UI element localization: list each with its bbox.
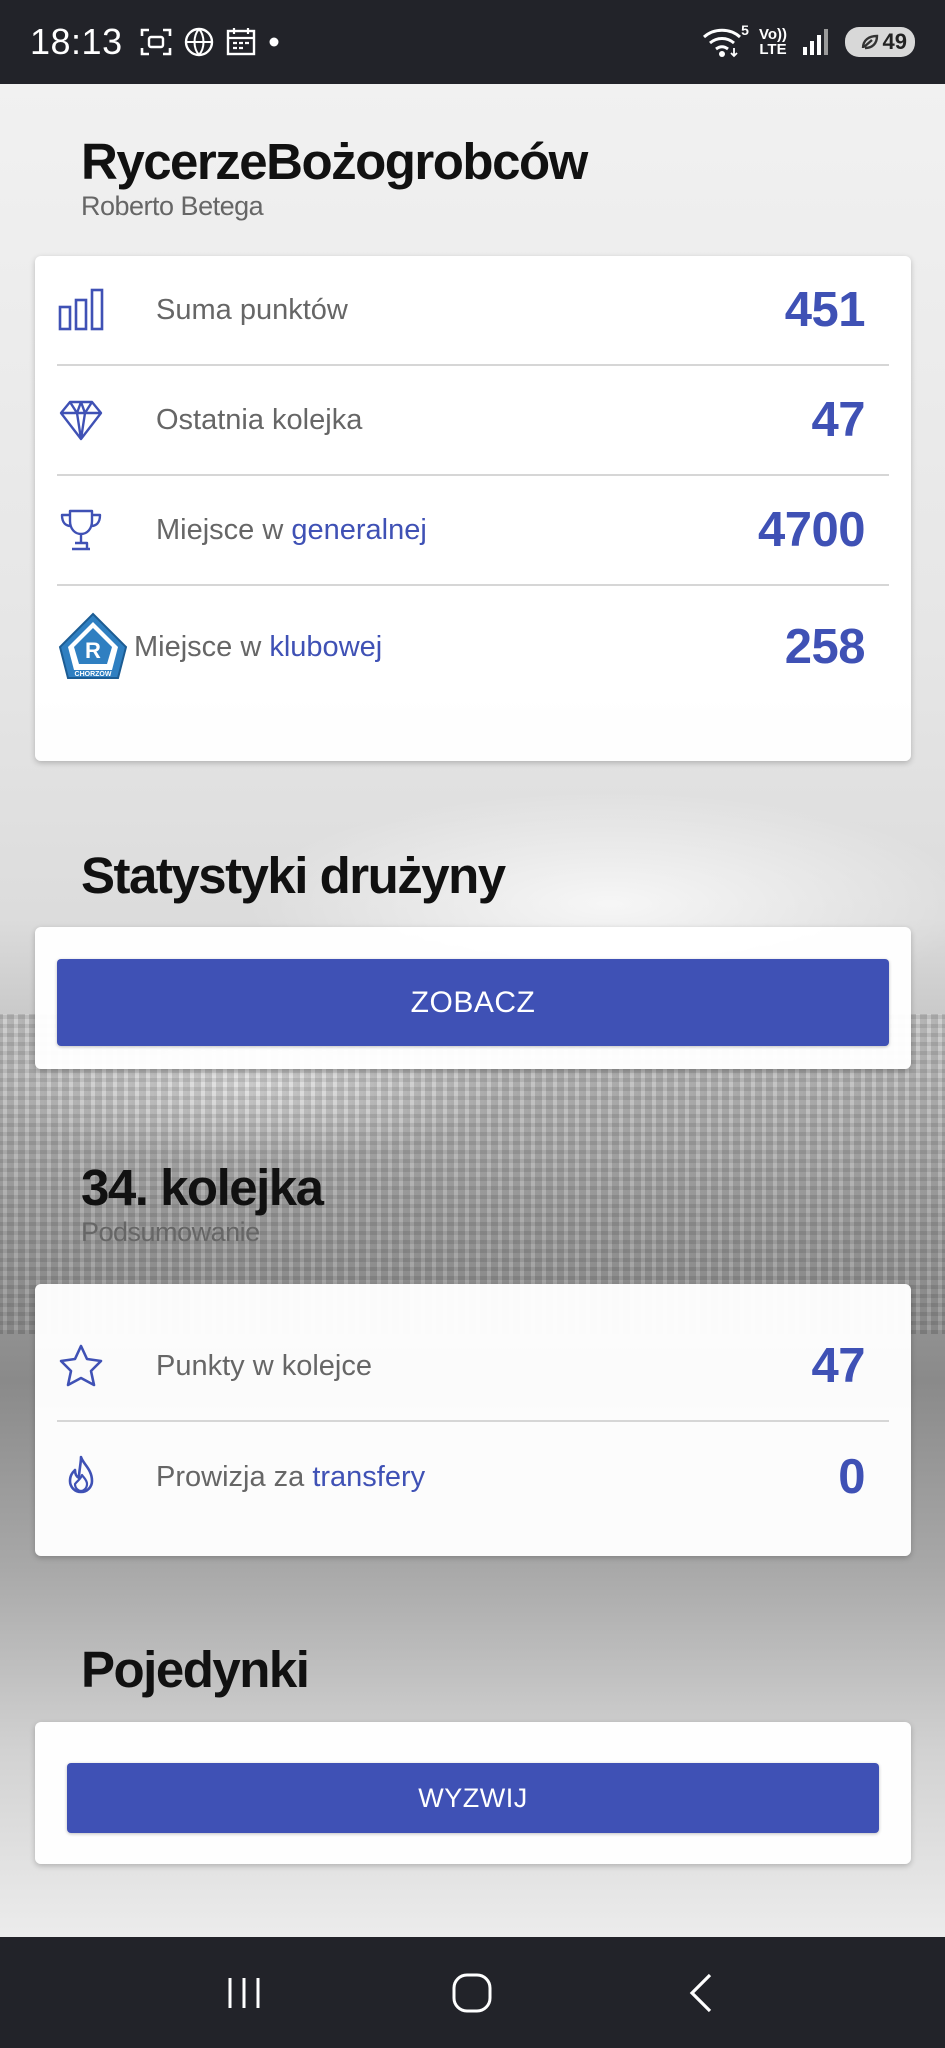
volte-indicator: Vo)) LTE [759, 27, 787, 57]
summary-label: Suma punktów [156, 294, 348, 327]
summary-value: 47 [811, 393, 865, 447]
round-subtitle: Podsumowanie [81, 1217, 260, 1247]
system-navigation-bar [0, 1937, 945, 2048]
label-text: Suma punktów [156, 293, 348, 326]
diamond-icon [58, 397, 104, 443]
label-text: Miejsce w [134, 630, 270, 663]
calendar-icon [225, 27, 257, 57]
duels-header: Pojedynki [81, 1640, 310, 1700]
team-stats-card: ZOBACZ [35, 927, 911, 1069]
back-icon[interactable] [661, 1953, 741, 2033]
recent-apps-icon[interactable] [204, 1953, 284, 2033]
battery-level: 49 [882, 29, 907, 54]
app-content[interactable]: RycerzeBożogrobców Roberto Betega Suma p… [0, 84, 945, 1937]
summary-value: 4700 [757, 503, 866, 557]
star-icon [58, 1343, 104, 1389]
team-stats-header: Statystyki drużyny [81, 846, 506, 906]
notification-icons [139, 26, 281, 58]
wifi-badge: 5 [741, 22, 749, 38]
summary-value: 451 [784, 283, 866, 337]
label-accent: klubowej [269, 630, 383, 663]
label-accent: generalnej [291, 513, 427, 546]
status-bar: 18:13 5 Vo)) LTE 49 [0, 0, 945, 84]
vpn-globe-icon [183, 26, 215, 58]
round-row-points[interactable]: Punkty w kolejce 47 [57, 1312, 889, 1422]
summary-row-club-rank[interactable]: R CHORZÓW Miejsce w klubowej 258 [57, 586, 889, 708]
summary-label: Miejsce w generalnej [156, 514, 427, 547]
label-text: Prowizja za [156, 1460, 313, 1493]
dot-icon [267, 35, 281, 49]
crest-bottom-text: CHORZÓW [75, 669, 112, 678]
label-text: Punkty w kolejce [156, 1349, 372, 1382]
round-card: Punkty w kolejce 47 Prowizja za transfer… [35, 1284, 911, 1556]
round-title: 34. kolejka [81, 1159, 324, 1216]
label-accent: transfery [312, 1460, 426, 1493]
summary-row-last-round[interactable]: Ostatnia kolejka 47 [57, 366, 889, 476]
club-crest-icon: R CHORZÓW [58, 612, 128, 682]
home-icon[interactable] [432, 1953, 512, 2033]
summary-row-total-points[interactable]: Suma punktów 451 [57, 256, 889, 366]
round-row-transfer-fee[interactable]: Prowizja za transfery 0 [57, 1422, 889, 1532]
crest-letter: R [85, 638, 101, 663]
team-header: RycerzeBożogrobców Roberto Betega [81, 132, 588, 221]
round-value: 47 [811, 1339, 865, 1393]
label-text: Miejsce w [156, 513, 292, 546]
round-value: 0 [838, 1450, 865, 1504]
summary-row-general-rank[interactable]: Miejsce w generalnej 4700 [57, 476, 889, 586]
flame-icon [58, 1454, 104, 1500]
summary-label: Ostatnia kolejka [156, 404, 362, 437]
duels-title: Pojedynki [81, 1641, 310, 1698]
round-label: Prowizja za transfery [156, 1461, 425, 1494]
screenshot-icon [139, 27, 173, 57]
status-time: 18:13 [30, 21, 123, 62]
challenge-button[interactable]: WYZWIJ [67, 1763, 879, 1833]
signal-icon [801, 27, 831, 57]
team-stats-title: Statystyki drużyny [81, 847, 506, 904]
team-owner: Roberto Betega [81, 191, 264, 221]
see-stats-button[interactable]: ZOBACZ [57, 959, 889, 1046]
round-header: 34. kolejka Podsumowanie [81, 1158, 324, 1247]
round-label: Punkty w kolejce [156, 1350, 372, 1383]
summary-card: Suma punktów 451 Ostatnia kolejka 47 Mie… [35, 256, 911, 761]
battery-saver-leaf-icon [861, 34, 878, 50]
team-name: RycerzeBożogrobców [81, 133, 588, 190]
system-indicators: 5 Vo)) LTE 49 [701, 22, 915, 58]
duels-card: WYZWIJ [35, 1722, 911, 1864]
volte-label: Vo)) [758, 26, 787, 43]
trophy-icon [58, 507, 104, 553]
summary-label: Miejsce w klubowej [134, 631, 382, 664]
label-text: Ostatnia kolejka [156, 403, 363, 436]
lte-label: LTE [759, 41, 787, 58]
battery-icon: 49 [845, 27, 915, 57]
wifi-icon: 5 [701, 22, 749, 58]
summary-value: 258 [784, 620, 866, 674]
bar-chart-icon [58, 287, 104, 333]
